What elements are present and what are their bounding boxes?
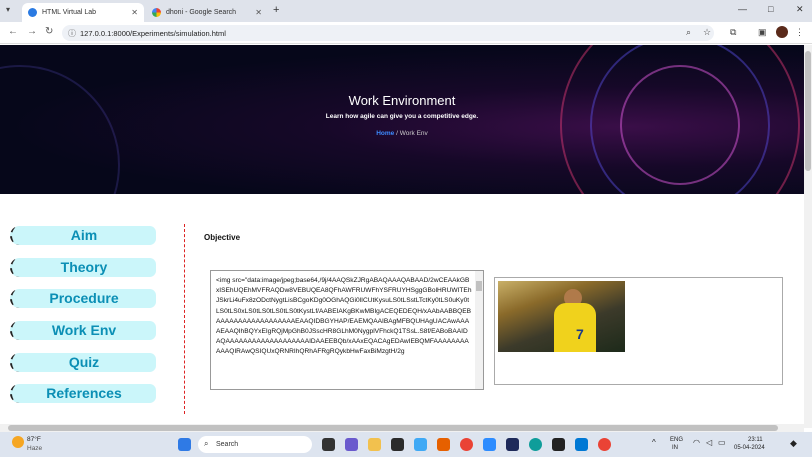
new-tab-button[interactable]: + — [273, 4, 279, 16]
vscode-icon[interactable] — [575, 438, 588, 451]
terminal-icon[interactable] — [506, 438, 519, 451]
code-text: <img src="data:image/jpeg;base64,/9j/4AA… — [216, 277, 472, 356]
breadcrumb-home-link[interactable]: Home — [376, 130, 394, 137]
page-horizontal-scrollbar[interactable] — [0, 424, 804, 432]
sidebar-item-theory[interactable]: Theory — [10, 258, 156, 277]
firefox-icon[interactable] — [437, 438, 450, 451]
file-explorer-icon[interactable] — [368, 438, 381, 451]
close-tab-icon[interactable]: ✕ — [131, 8, 138, 17]
address-bar[interactable]: ⓘ 127.0.0.1:8000/Experiments/simulation.… — [62, 25, 714, 41]
weather-desc: Haze — [27, 445, 43, 452]
chrome-active-icon[interactable] — [598, 438, 611, 451]
page-title: Work Environment — [348, 93, 456, 108]
search-placeholder: Search — [216, 441, 239, 448]
rendered-image: 7 — [498, 281, 625, 352]
windows-start-icon[interactable] — [178, 438, 191, 451]
browser-toolbar: ← → ↻ ⓘ 127.0.0.1:8000/Experiments/simul… — [0, 22, 812, 44]
objective-heading: Objective — [204, 233, 241, 242]
tab-search-icon[interactable]: ▾ — [6, 5, 16, 15]
maximize-button[interactable]: □ — [768, 4, 773, 14]
code-scrollbar[interactable] — [475, 271, 483, 389]
globe-icon — [28, 8, 37, 17]
tab-title: dhoni - Google Search — [166, 9, 237, 16]
html-code-textarea[interactable]: <img src="data:image/jpeg;base64,/9j/4AA… — [210, 270, 484, 390]
edge-icon[interactable] — [529, 438, 542, 451]
hero-banner: Work Environment Learn how agile can giv… — [0, 45, 804, 194]
breadcrumb-separator: / — [396, 130, 398, 137]
command-prompt-icon[interactable] — [552, 438, 565, 451]
wifi-icon[interactable]: ◠ — [693, 438, 700, 447]
url-text: 127.0.0.1:8000/Experiments/simulation.ht… — [80, 28, 226, 38]
breadcrumb-current: Work Env — [399, 130, 428, 137]
tab-google-search[interactable]: dhoni - Google Search ✕ — [146, 3, 268, 22]
site-info-icon[interactable]: ⓘ — [68, 28, 76, 39]
minimize-button[interactable]: — — [738, 4, 747, 14]
weather-sun-icon — [12, 436, 24, 448]
python-icon[interactable] — [414, 438, 427, 451]
forward-icon[interactable]: → — [27, 26, 37, 37]
browser-tab-strip: ▾ HTML Virtual Lab ✕ dhoni - Google Sear… — [0, 0, 812, 22]
tab-title: HTML Virtual Lab — [42, 9, 97, 16]
region-label: IN — [672, 445, 678, 451]
back-icon[interactable]: ← — [8, 26, 18, 37]
tray-chevron-icon[interactable]: ^ — [652, 438, 656, 447]
zoom-icon[interactable]: ⌕ — [686, 27, 691, 38]
store-icon[interactable] — [391, 438, 404, 451]
profile-avatar[interactable] — [776, 26, 788, 38]
section-divider — [184, 224, 185, 414]
close-tab-icon[interactable]: ✕ — [255, 8, 262, 17]
weather-temp: 87°F — [27, 436, 41, 443]
side-panel-icon[interactable]: ▣ — [758, 27, 767, 38]
close-window-button[interactable]: ✕ — [796, 4, 804, 15]
zoom-app-icon[interactable] — [483, 438, 496, 451]
tab-html-virtual-lab[interactable]: HTML Virtual Lab ✕ — [22, 3, 144, 22]
breadcrumb: Home / Work Env — [0, 130, 804, 137]
sidebar-item-references[interactable]: References — [10, 384, 156, 403]
clock-time[interactable]: 23:11 — [748, 437, 763, 443]
sidebar-item-procedure[interactable]: Procedure — [10, 289, 156, 308]
reload-icon[interactable]: ↻ — [45, 26, 53, 37]
sidebar-item-aim[interactable]: Aim — [10, 226, 156, 245]
sidebar-item-quiz[interactable]: Quiz — [10, 353, 156, 372]
windows-taskbar: ⌕ Search — [0, 432, 812, 457]
chrome-icon[interactable] — [460, 438, 473, 451]
page-subtitle: Learn how agile can give you a competiti… — [325, 113, 479, 120]
language-label[interactable]: ENG — [670, 437, 683, 443]
bookmark-star-icon[interactable]: ☆ — [703, 27, 711, 38]
task-view-icon[interactable] — [322, 438, 335, 451]
sidebar-item-work-env[interactable]: Work Env — [10, 321, 156, 340]
teams-icon[interactable] — [345, 438, 358, 451]
taskbar-search[interactable]: ⌕ Search — [198, 436, 312, 453]
battery-icon[interactable]: ▭ — [718, 438, 726, 447]
volume-icon[interactable]: ◁ — [706, 438, 712, 447]
search-icon: ⌕ — [204, 439, 209, 448]
google-icon — [152, 8, 161, 17]
notification-icon[interactable]: ◆ — [790, 438, 797, 449]
clock-date: 05-04-2024 — [734, 445, 765, 451]
extensions-icon[interactable]: ⧉ — [730, 27, 736, 38]
page-vertical-scrollbar[interactable] — [804, 45, 812, 428]
menu-icon[interactable]: ⋮ — [795, 27, 804, 38]
